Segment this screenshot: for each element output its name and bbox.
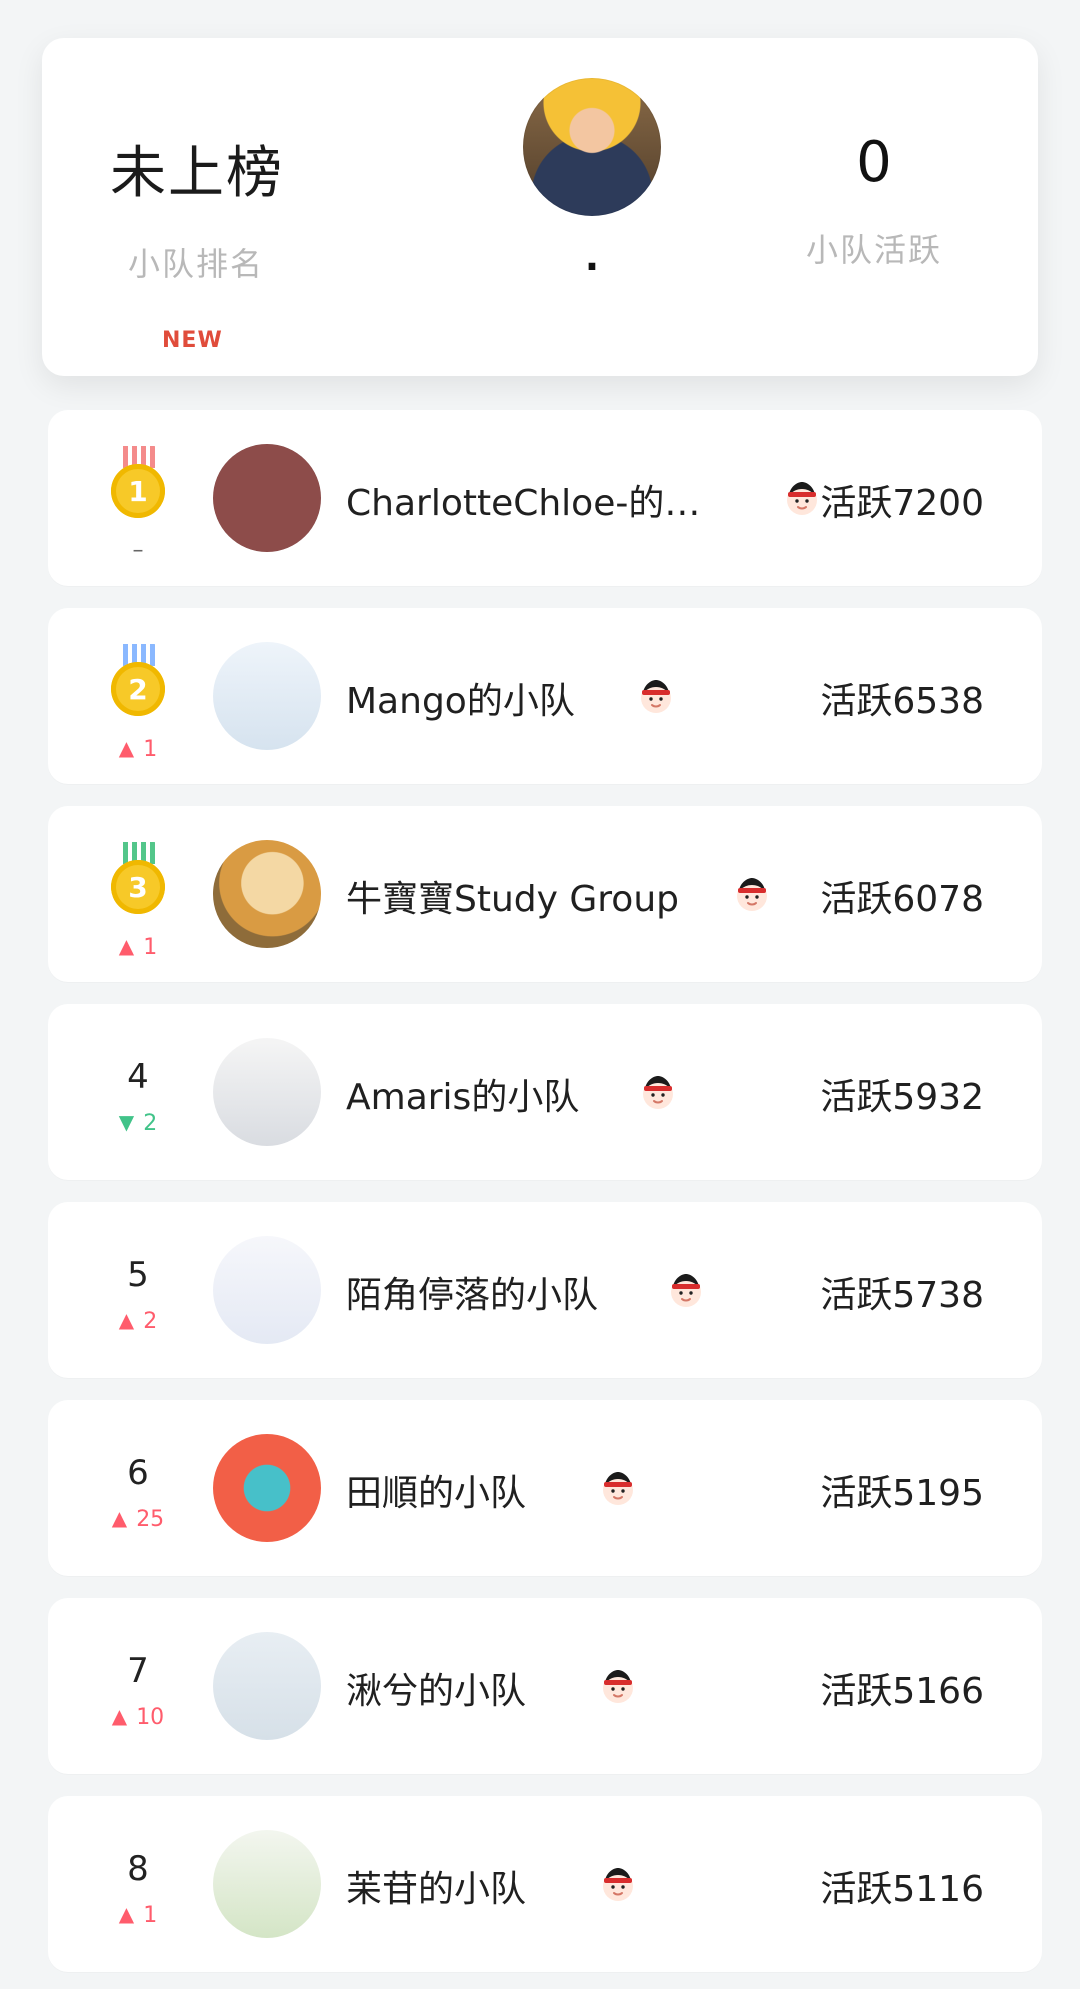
- rank-change: ▲ 1: [88, 936, 188, 959]
- leader-icon: [596, 1862, 640, 1906]
- down-arrow-icon: ▼: [118, 1110, 135, 1134]
- group-score: 活跃5932: [820, 1077, 984, 1118]
- leaderboard-page: 未上榜 小队排名 NEW . 0 小队活跃 1 – CharlotteChloe…: [0, 0, 1080, 1989]
- group-score: 活跃5166: [820, 1671, 984, 1712]
- rank-number: 8: [127, 1849, 149, 1889]
- leader-icon: [596, 1466, 640, 1510]
- leader-icon: [664, 1268, 708, 1312]
- rank-change: ▼ 2: [88, 1112, 188, 1135]
- team-summary-card: 未上榜 小队排名 NEW . 0 小队活跃: [42, 38, 1038, 376]
- team-avatar[interactable]: [523, 78, 661, 216]
- rank-change-value: 1: [143, 737, 158, 762]
- group-score: 活跃7200: [820, 483, 984, 524]
- leaderboard-row[interactable]: 4 ▼ 2 Amaris的小队 活跃5932: [48, 1004, 1042, 1180]
- group-score: 活跃6078: [820, 879, 984, 920]
- leaderboard-row[interactable]: 7 ▲ 10 湫兮的小队 活跃5166: [48, 1598, 1042, 1774]
- rank-column: 8 ▲ 1: [88, 1832, 188, 1927]
- leaderboard-row[interactable]: 5 ▲ 2 陌角停落的小队 活跃5738: [48, 1202, 1042, 1378]
- rank-change: ▲ 1: [88, 738, 188, 761]
- medal-number: 3: [111, 860, 165, 914]
- up-arrow-icon: ▲: [118, 736, 135, 760]
- rank-status: 未上榜: [110, 141, 284, 206]
- leaderboard-row[interactable]: 2 ▲ 1 Mango的小队 活跃6538: [48, 608, 1042, 784]
- activity-summary: 0 小队活跃: [774, 130, 974, 271]
- rank-column: 6 ▲ 25: [88, 1436, 188, 1531]
- group-name[interactable]: CharlotteChloe-的…: [346, 474, 700, 526]
- rank-label: 小队排名: [128, 245, 265, 283]
- group-name[interactable]: Mango的小队: [346, 672, 575, 724]
- group-avatar[interactable]: [213, 444, 321, 552]
- up-arrow-icon: ▲: [111, 1704, 128, 1728]
- group-avatar[interactable]: [213, 642, 321, 750]
- group-avatar[interactable]: [213, 840, 321, 948]
- rank-change: ▲ 25: [88, 1508, 188, 1531]
- group-name[interactable]: 田順的小队: [346, 1464, 526, 1516]
- medal-number: 2: [111, 662, 165, 716]
- rank-change: ▲ 1: [88, 1904, 188, 1927]
- group-avatar[interactable]: [213, 1236, 321, 1344]
- group-name[interactable]: 苿苷的小队: [346, 1860, 526, 1912]
- rank-change-value: 1: [143, 935, 158, 960]
- group-score: 活跃6538: [820, 681, 984, 722]
- leaderboard-row[interactable]: 3 ▲ 1 牛寶寶Study Group 活跃6078: [48, 806, 1042, 982]
- up-arrow-icon: ▲: [118, 1902, 135, 1926]
- rank-number: 6: [127, 1453, 149, 1493]
- rank-column: 2 ▲ 1: [88, 644, 188, 761]
- leader-icon: [634, 674, 678, 718]
- group-name[interactable]: 湫兮的小队: [346, 1662, 526, 1714]
- leader-icon: [730, 872, 774, 916]
- rank-column: 5 ▲ 2: [88, 1238, 188, 1333]
- team-avatar-area: .: [492, 78, 692, 276]
- rank-change-value: 10: [136, 1705, 165, 1730]
- rank-change-value: –: [132, 538, 144, 563]
- group-avatar[interactable]: [213, 1038, 321, 1146]
- group-name[interactable]: 牛寶寶Study Group: [346, 870, 679, 922]
- group-avatar[interactable]: [213, 1632, 321, 1740]
- rank-number: 4: [127, 1057, 149, 1097]
- medal-number: 1: [111, 464, 165, 518]
- gold-medal-icon: 1: [111, 446, 165, 522]
- leaderboard-list: 1 – CharlotteChloe-的… 活跃7200 2 ▲ 1 Mango…: [48, 410, 1042, 1989]
- rank-number: 7: [127, 1651, 149, 1691]
- rank-change-value: 1: [143, 1903, 158, 1928]
- leaderboard-row[interactable]: 6 ▲ 25 田順的小队 活跃5195: [48, 1400, 1042, 1576]
- rank-column: 3 ▲ 1: [88, 842, 188, 959]
- group-avatar[interactable]: [213, 1434, 321, 1542]
- new-badge: NEW: [162, 328, 223, 353]
- rank-number: 5: [127, 1255, 149, 1295]
- team-avatar-label: .: [584, 235, 600, 279]
- rank-column: 7 ▲ 10: [88, 1634, 188, 1729]
- group-name[interactable]: 陌角停落的小队: [346, 1266, 598, 1318]
- group-score: 活跃5116: [820, 1869, 984, 1910]
- bronze-medal-icon: 3: [111, 842, 165, 918]
- group-avatar[interactable]: [213, 1830, 321, 1938]
- rank-change-value: 25: [136, 1507, 165, 1532]
- rank-summary: 未上榜 小队排名: [110, 128, 330, 285]
- rank-change: ▲ 10: [88, 1706, 188, 1729]
- rank-change-value: 2: [143, 1111, 158, 1136]
- activity-value: 0: [856, 130, 892, 195]
- activity-label: 小队活跃: [805, 231, 942, 269]
- rank-column: 4 ▼ 2: [88, 1040, 188, 1135]
- rank-column: 1 –: [88, 446, 188, 562]
- leader-icon: [780, 476, 824, 520]
- leader-icon: [636, 1070, 680, 1114]
- group-score: 活跃5738: [820, 1275, 984, 1316]
- up-arrow-icon: ▲: [111, 1506, 128, 1530]
- silver-medal-icon: 2: [111, 644, 165, 720]
- group-score: 活跃5195: [820, 1473, 984, 1514]
- leaderboard-row[interactable]: 1 – CharlotteChloe-的… 活跃7200: [48, 410, 1042, 586]
- rank-change: –: [88, 540, 188, 562]
- up-arrow-icon: ▲: [118, 934, 135, 958]
- rank-change: ▲ 2: [88, 1310, 188, 1333]
- leader-icon: [596, 1664, 640, 1708]
- up-arrow-icon: ▲: [118, 1308, 135, 1332]
- leaderboard-row[interactable]: 8 ▲ 1 苿苷的小队 活跃5116: [48, 1796, 1042, 1972]
- group-name[interactable]: Amaris的小队: [346, 1068, 579, 1120]
- rank-change-value: 2: [143, 1309, 158, 1334]
